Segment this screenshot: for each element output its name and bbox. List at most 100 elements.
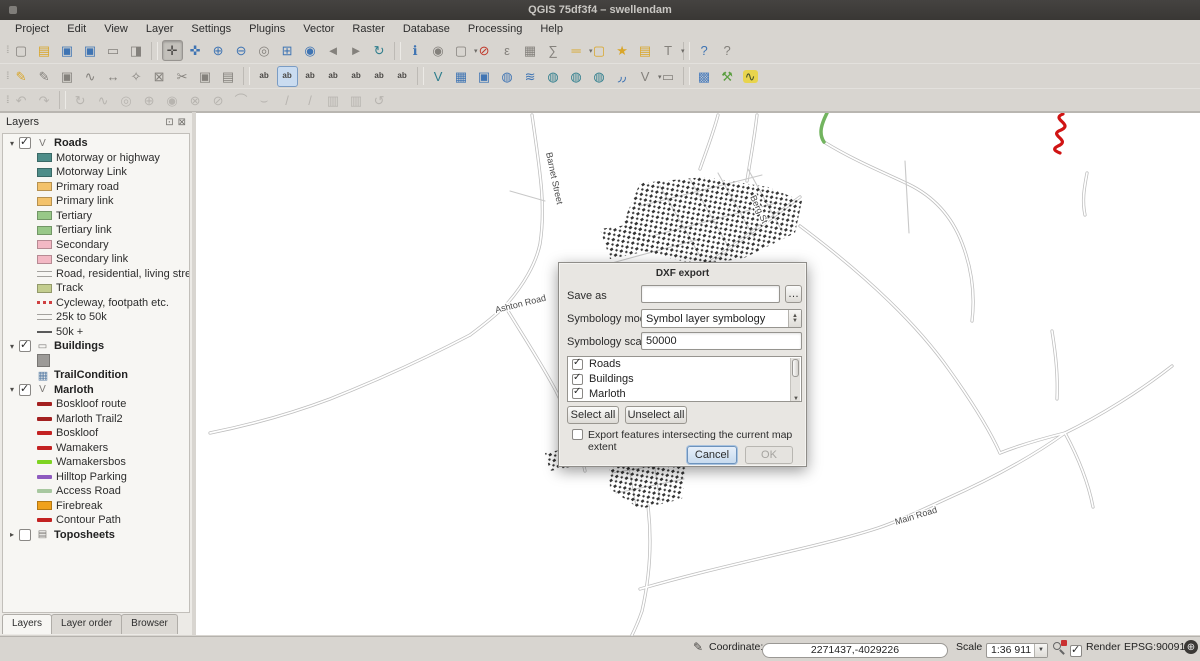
window-titlebar[interactable]: QGIS 75df3f4 – swellendam	[0, 0, 1200, 20]
layer-item-swatch[interactable]	[3, 354, 189, 369]
layer-item-50k[interactable]: 50k +	[3, 325, 189, 340]
merge-features[interactable]: ▥	[323, 90, 344, 111]
processing-toolbox[interactable]: ▩	[694, 66, 715, 87]
layer-item-primary-link[interactable]: Primary link	[3, 194, 189, 209]
add-mssql-layer[interactable]: ≋	[520, 66, 541, 87]
layer-item-motorway-link[interactable]: Motorway Link	[3, 165, 189, 180]
new-print-composer[interactable]: ▭	[103, 40, 124, 61]
label-highlight[interactable]: ab	[277, 66, 298, 87]
label-rotate[interactable]: ab	[369, 66, 390, 87]
export-layer-row-buildings[interactable]: ✓Buildings	[568, 372, 801, 387]
layer-item-trailcondition[interactable]: ▦TrailCondition	[3, 368, 189, 383]
magnifier-lock-icon[interactable]	[1051, 639, 1067, 655]
symbology-mode-combo[interactable]: Symbol layer symbology ▲▼	[641, 309, 802, 328]
toggle-editing[interactable]: ✎	[34, 66, 55, 87]
menu-vector[interactable]: Vector	[294, 21, 343, 37]
undo[interactable]: ↶	[11, 90, 32, 111]
layer-item-motorway-or-highway[interactable]: Motorway or highway	[3, 151, 189, 166]
zoom-in[interactable]: ⊕	[208, 40, 229, 61]
select-by-expression[interactable]: ε	[497, 40, 518, 61]
expander-icon[interactable]: ▸	[7, 530, 17, 539]
layer-item-access-road[interactable]: Access Road	[3, 484, 189, 499]
remove-layer[interactable]: ▭	[658, 66, 679, 87]
split-parts[interactable]: /	[300, 90, 321, 111]
menu-database[interactable]: Database	[394, 21, 459, 37]
layer-item-buildings[interactable]: ▾✓▭Buildings	[3, 339, 189, 354]
layer-item-wamakers[interactable]: Wamakers	[3, 441, 189, 456]
dxf-export-dialog[interactable]: DXF export Save as … Symbology mode Symb…	[558, 262, 807, 467]
label-pin[interactable]: ab	[300, 66, 321, 87]
expander-icon[interactable]: ▾	[7, 139, 17, 148]
edit-log-icon[interactable]: ✎	[690, 639, 706, 655]
list-scrollbar[interactable]: ▼	[790, 358, 800, 402]
select-features[interactable]: ▢▾	[451, 40, 472, 61]
symbology-scale-input[interactable]: 50000	[641, 332, 802, 350]
redo[interactable]: ↷	[34, 90, 55, 111]
add-ring[interactable]: ◎	[116, 90, 137, 111]
layer-item-toposheets[interactable]: ▸▤Toposheets	[3, 528, 189, 543]
browse-button[interactable]: …	[785, 285, 802, 303]
scroll-down-icon[interactable]: ▼	[793, 396, 799, 402]
crs-status-icon[interactable]: ⊕	[1184, 640, 1198, 654]
add-wms-layer[interactable]: ◍	[543, 66, 564, 87]
merge-attributes[interactable]: ▥	[346, 90, 367, 111]
label-toggle[interactable]: ab	[254, 66, 275, 87]
osm-tools[interactable]: ⚒	[717, 66, 738, 87]
refresh-map[interactable]: ↻	[369, 40, 390, 61]
layer-item-boskloof-route[interactable]: Boskloof route	[3, 397, 189, 412]
offset-curve[interactable]: ⌣	[254, 90, 275, 111]
save-project[interactable]: ▣	[57, 40, 78, 61]
label-show-hide[interactable]: ab	[323, 66, 344, 87]
layer-item-25k-to-50k[interactable]: 25k to 50k	[3, 310, 189, 325]
layer-item-roads[interactable]: ▾✓VRoads	[3, 136, 189, 151]
menu-settings[interactable]: Settings	[182, 21, 240, 37]
new-shapefile-layer[interactable]: V▾	[635, 66, 656, 87]
add-part[interactable]: ⊕	[139, 90, 160, 111]
add-raster-layer[interactable]: ▦	[451, 66, 472, 87]
zoom-to-selection[interactable]: ◉	[300, 40, 321, 61]
cut-features[interactable]: ✂	[172, 66, 193, 87]
select-all-button[interactable]: Select all	[567, 406, 619, 424]
menu-plugins[interactable]: Plugins	[240, 21, 294, 37]
zoom-next[interactable]: ►	[346, 40, 367, 61]
layer-item-wamakersbos[interactable]: Wamakersbos	[3, 455, 189, 470]
python-console[interactable]: ∿	[740, 66, 761, 87]
show-bookmarks[interactable]: ▤	[635, 40, 656, 61]
export-layer-row-roads[interactable]: ✓Roads	[568, 357, 801, 372]
zoom-native[interactable]: ◎	[254, 40, 275, 61]
export-layer-checkbox[interactable]: ✓	[572, 374, 583, 385]
map-tips[interactable]: ▢	[589, 40, 610, 61]
layer-checkbox[interactable]: ✓	[19, 137, 31, 149]
save-project-as[interactable]: ▣	[80, 40, 101, 61]
add-wfs-layer[interactable]: ◍	[589, 66, 610, 87]
layer-item-tertiary[interactable]: Tertiary	[3, 209, 189, 224]
layer-checkbox[interactable]: ✓	[19, 384, 31, 396]
delete-part[interactable]: ⊘	[208, 90, 229, 111]
panel-tab-layers[interactable]: Layers	[2, 614, 52, 634]
zoom-out[interactable]: ⊖	[231, 40, 252, 61]
reshape-features[interactable]: ⌒	[231, 90, 252, 111]
layer-item-boskloof[interactable]: Boskloof	[3, 426, 189, 441]
expander-icon[interactable]: ▾	[7, 385, 17, 394]
save-layer-edits[interactable]: ▣	[57, 66, 78, 87]
help-contents[interactable]: ?	[694, 40, 715, 61]
toolbar-handle[interactable]: ⁞⁞	[6, 71, 8, 82]
menu-help[interactable]: Help	[531, 21, 572, 37]
menu-project[interactable]: Project	[6, 21, 58, 37]
delete-ring[interactable]: ⊗	[185, 90, 206, 111]
fill-ring[interactable]: ◉	[162, 90, 183, 111]
export-layer-list[interactable]: ▼ ✓Roads✓Buildings✓Marloth	[567, 356, 802, 402]
panel-close-icon[interactable]: ⊠	[178, 117, 186, 128]
layer-item-hilltop-parking[interactable]: Hilltop Parking	[3, 470, 189, 485]
expander-icon[interactable]: ▾	[7, 342, 17, 351]
move-feature[interactable]: ↔	[103, 66, 124, 87]
rotate-point-symbols[interactable]: ↺	[369, 90, 390, 111]
layer-checkbox[interactable]	[19, 529, 31, 541]
layer-item-firebreak[interactable]: Firebreak	[3, 499, 189, 514]
composer-manager[interactable]: ◨	[126, 40, 147, 61]
deselect-features[interactable]: ⊘	[474, 40, 495, 61]
combo-arrow-icon[interactable]: ▼	[1034, 644, 1047, 657]
layer-checkbox[interactable]: ✓	[19, 340, 31, 352]
export-layer-row-marloth[interactable]: ✓Marloth	[568, 386, 801, 401]
layer-item-road-residential-living-street-etc[interactable]: Road, residential, living street, etc.	[3, 267, 189, 282]
